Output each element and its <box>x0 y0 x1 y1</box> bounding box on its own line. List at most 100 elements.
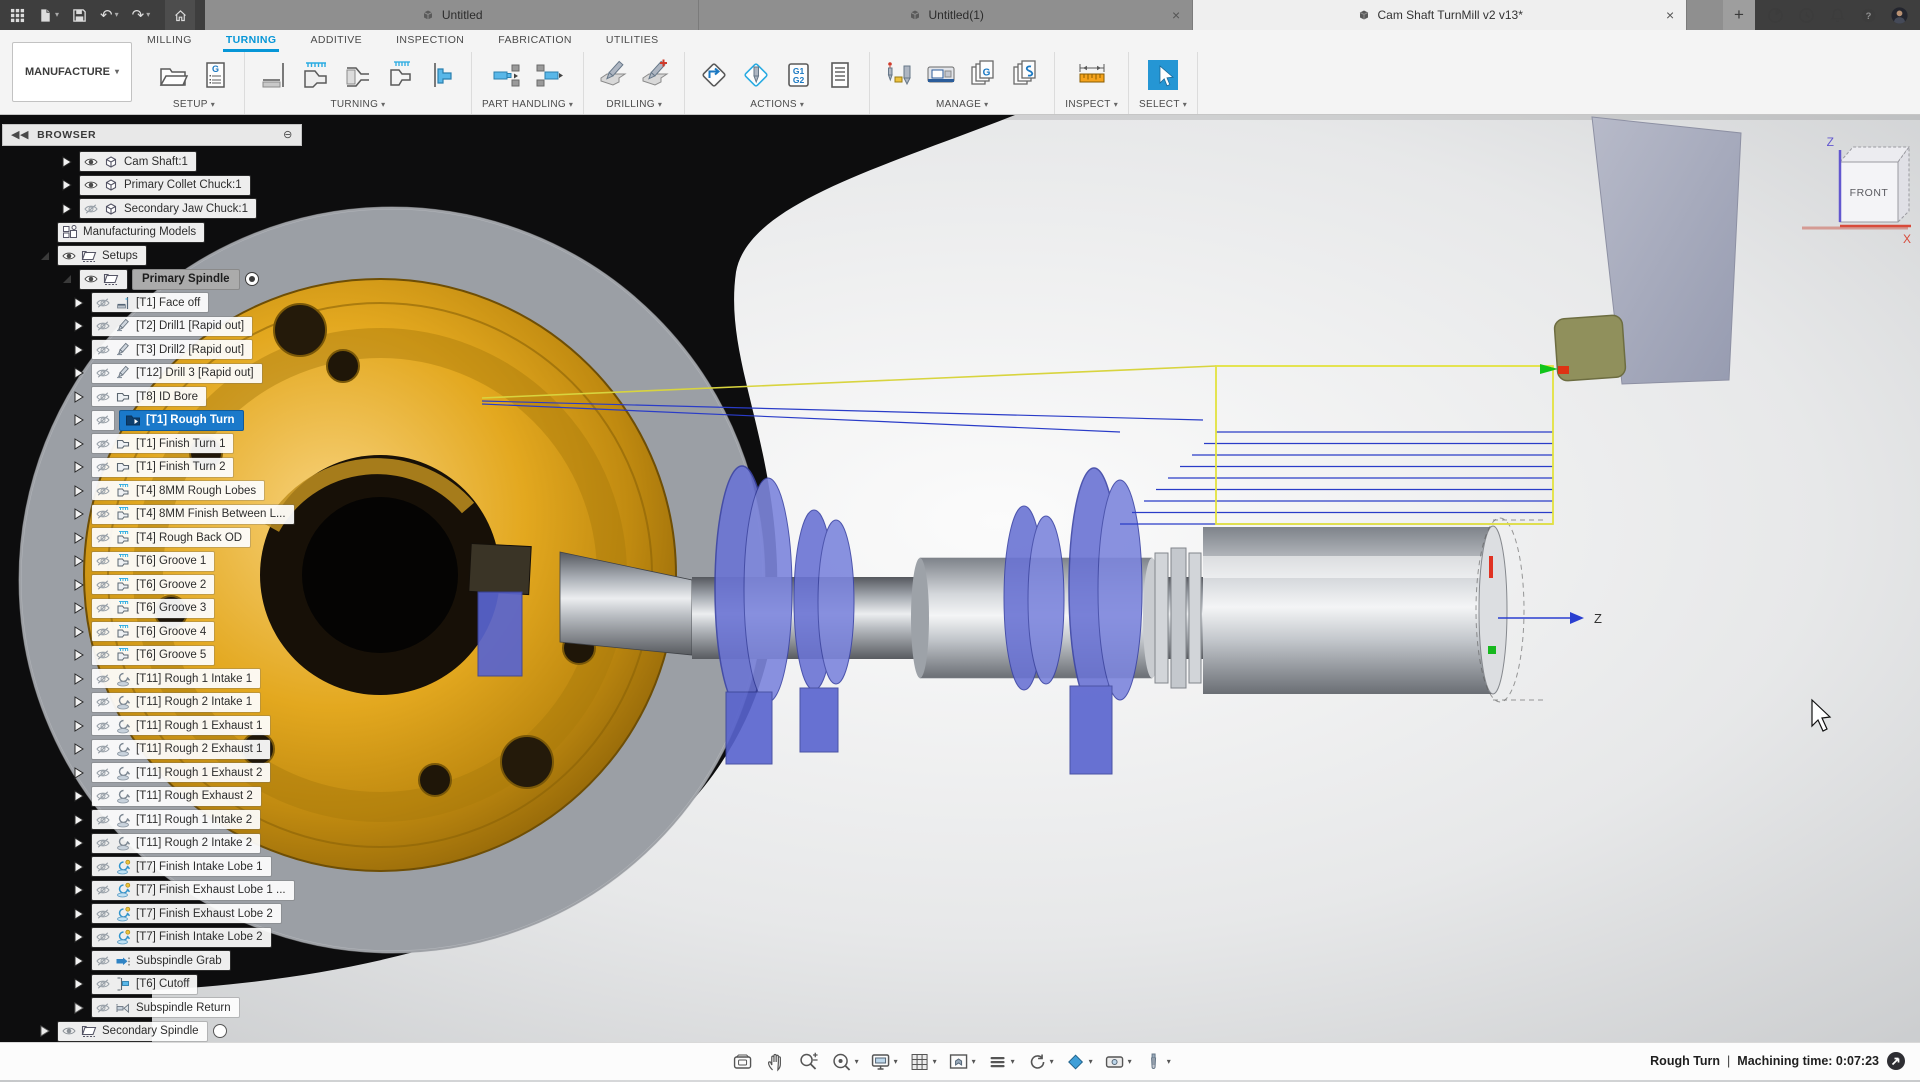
workspace-tab-utilities[interactable]: UTILITIES <box>603 30 662 52</box>
workspace-selector[interactable]: MANUFACTURE ▾ <box>12 42 132 102</box>
save-icon[interactable] <box>72 8 87 23</box>
visibility-eye-icon[interactable] <box>84 179 98 191</box>
active-setup-radio[interactable] <box>245 272 259 286</box>
expand-arrow-icon[interactable] <box>74 602 86 614</box>
visibility-eye-icon[interactable] <box>96 837 110 849</box>
turn-profile-icon[interactable] <box>339 56 377 94</box>
browser-item[interactable]: [T4] Rough Back OD <box>0 526 340 550</box>
document-tab[interactable]: Cam Shaft TurnMill v2 v13*× <box>1193 0 1687 30</box>
browser-item[interactable]: [T6] Groove 4 <box>0 620 340 644</box>
expand-arrow-icon[interactable] <box>74 837 86 849</box>
hide-all-icon[interactable]: ⊖ <box>283 130 293 141</box>
expand-arrow-icon[interactable] <box>40 1025 52 1037</box>
drill-icon[interactable] <box>594 56 632 94</box>
visibility-eye-icon[interactable] <box>84 156 98 168</box>
notifications-bell-icon[interactable] <box>1829 7 1846 24</box>
machine-library-icon[interactable] <box>922 56 960 94</box>
expand-arrow-icon[interactable] <box>74 696 86 708</box>
visibility-eye-icon[interactable] <box>96 767 110 779</box>
post-process-icon[interactable] <box>737 56 775 94</box>
turn-part-icon[interactable] <box>423 56 461 94</box>
visibility-eye-icon[interactable] <box>96 391 110 403</box>
expand-arrow-icon[interactable] <box>74 743 86 755</box>
browser-item[interactable]: [T11] Rough 1 Intake 1 <box>0 667 340 691</box>
steps-icon[interactable]: ▾ <box>985 1049 1017 1075</box>
workspace-tab-turning[interactable]: TURNING <box>223 30 280 52</box>
expand-arrow-icon[interactable] <box>74 579 86 591</box>
browser-item[interactable]: [T1] Rough Turn <box>0 409 340 433</box>
expand-arrow-icon[interactable] <box>62 203 74 215</box>
browser-item[interactable]: Secondary Spindle <box>0 1020 340 1044</box>
active-setup-radio[interactable] <box>213 1024 227 1038</box>
expand-arrow-icon[interactable] <box>74 485 86 497</box>
browser-item-label[interactable]: Primary Spindle <box>133 270 239 289</box>
expand-arrow-icon[interactable] <box>74 767 86 779</box>
tool-display-icon[interactable]: ▾ <box>1141 1049 1173 1075</box>
expand-arrow-icon[interactable] <box>62 156 74 168</box>
browser-item[interactable]: [T7] Finish Exhaust Lobe 2 <box>0 902 340 926</box>
chuck-transfer-icon[interactable] <box>488 56 526 94</box>
browser-item-selected[interactable]: [T1] Rough Turn <box>120 411 243 430</box>
visibility-eye-icon[interactable] <box>96 861 110 873</box>
workspace-tab-additive[interactable]: ADDITIVE <box>307 30 365 52</box>
pan-icon[interactable] <box>763 1049 789 1075</box>
zoom-icon[interactable] <box>796 1049 822 1075</box>
status-indicator-icon[interactable] <box>1886 1051 1906 1071</box>
visibility-eye-icon[interactable] <box>96 649 110 661</box>
visibility-eye-icon[interactable] <box>96 1002 110 1014</box>
collapse-panel-icon[interactable]: ◀◀ <box>11 130 29 141</box>
browser-item[interactable]: [T1] Face off <box>0 291 340 315</box>
close-tab-icon[interactable]: × <box>1172 8 1180 22</box>
visibility-eye-icon[interactable] <box>96 532 110 544</box>
visibility-eye-icon[interactable] <box>62 1025 76 1037</box>
visibility-eye-icon[interactable] <box>96 461 110 473</box>
tool-library-icon[interactable] <box>880 56 918 94</box>
browser-item[interactable]: [T11] Rough 2 Intake 1 <box>0 691 340 715</box>
expand-arrow-icon[interactable] <box>74 555 86 567</box>
expand-arrow-icon[interactable] <box>74 978 86 990</box>
browser-item[interactable]: [T6] Cutoff <box>0 973 340 997</box>
visibility-eye-icon[interactable] <box>96 438 110 450</box>
document-tab[interactable]: Untitled(1)× <box>699 0 1193 30</box>
ribbon-group-label-inspect[interactable]: INSPECT▾ <box>1065 97 1118 110</box>
browser-header[interactable]: ◀◀ BROWSER ⊖ <box>2 124 302 146</box>
expand-arrow-icon[interactable] <box>74 790 86 802</box>
expand-arrow-icon[interactable] <box>74 814 86 826</box>
visibility-eye-icon[interactable] <box>96 720 110 732</box>
regenerate-icon[interactable]: ▾ <box>1024 1049 1056 1075</box>
browser-item[interactable]: [T7] Finish Exhaust Lobe 1 ... <box>0 879 340 903</box>
turn-groove-icon[interactable] <box>381 56 419 94</box>
home-icon[interactable] <box>165 0 195 30</box>
visibility-eye-icon[interactable] <box>96 602 110 614</box>
expand-arrow-icon[interactable] <box>74 908 86 920</box>
visibility-eye-icon[interactable] <box>96 955 110 967</box>
scene-settings-icon[interactable]: ▾ <box>1102 1049 1134 1075</box>
visibility-eye-icon[interactable] <box>84 203 98 215</box>
turn-rough-icon[interactable] <box>297 56 335 94</box>
browser-item[interactable]: Primary Collet Chuck:1 <box>0 174 340 198</box>
browser-item[interactable]: [T11] Rough 1 Exhaust 1 <box>0 714 340 738</box>
new-tab-icon[interactable]: + <box>1723 0 1755 30</box>
visibility-eye-icon[interactable] <box>96 414 110 426</box>
ribbon-group-label-drilling[interactable]: DRILLING▾ <box>606 97 662 110</box>
measure-icon[interactable] <box>1073 56 1111 94</box>
file-menu-icon[interactable]: ▾ <box>38 8 59 23</box>
browser-item[interactable]: [T11] Rough 2 Intake 2 <box>0 832 340 856</box>
viewcube-front-face[interactable]: FRONT <box>1850 187 1889 199</box>
visibility-eye-icon[interactable] <box>96 555 110 567</box>
expand-arrow-icon[interactable] <box>74 673 86 685</box>
visibility-eye-icon[interactable] <box>96 743 110 755</box>
workspace-tab-inspection[interactable]: INSPECTION <box>393 30 467 52</box>
visibility-eye-icon[interactable] <box>96 344 110 356</box>
browser-item[interactable]: Cam Shaft:1 <box>0 150 340 174</box>
expand-arrow-icon[interactable] <box>74 931 86 943</box>
ribbon-group-label-setup[interactable]: SETUP▾ <box>173 97 215 110</box>
expand-arrow-icon[interactable] <box>74 955 86 967</box>
turn-face-icon[interactable] <box>255 56 293 94</box>
job-status-icon[interactable] <box>1798 7 1815 24</box>
browser-item[interactable]: Secondary Jaw Chuck:1 <box>0 197 340 221</box>
ribbon-group-label-part-handling[interactable]: PART HANDLING▾ <box>482 97 573 110</box>
browser-item[interactable]: [T6] Groove 3 <box>0 597 340 621</box>
expand-arrow-icon[interactable] <box>40 250 52 262</box>
visibility-eye-icon[interactable] <box>84 273 98 285</box>
